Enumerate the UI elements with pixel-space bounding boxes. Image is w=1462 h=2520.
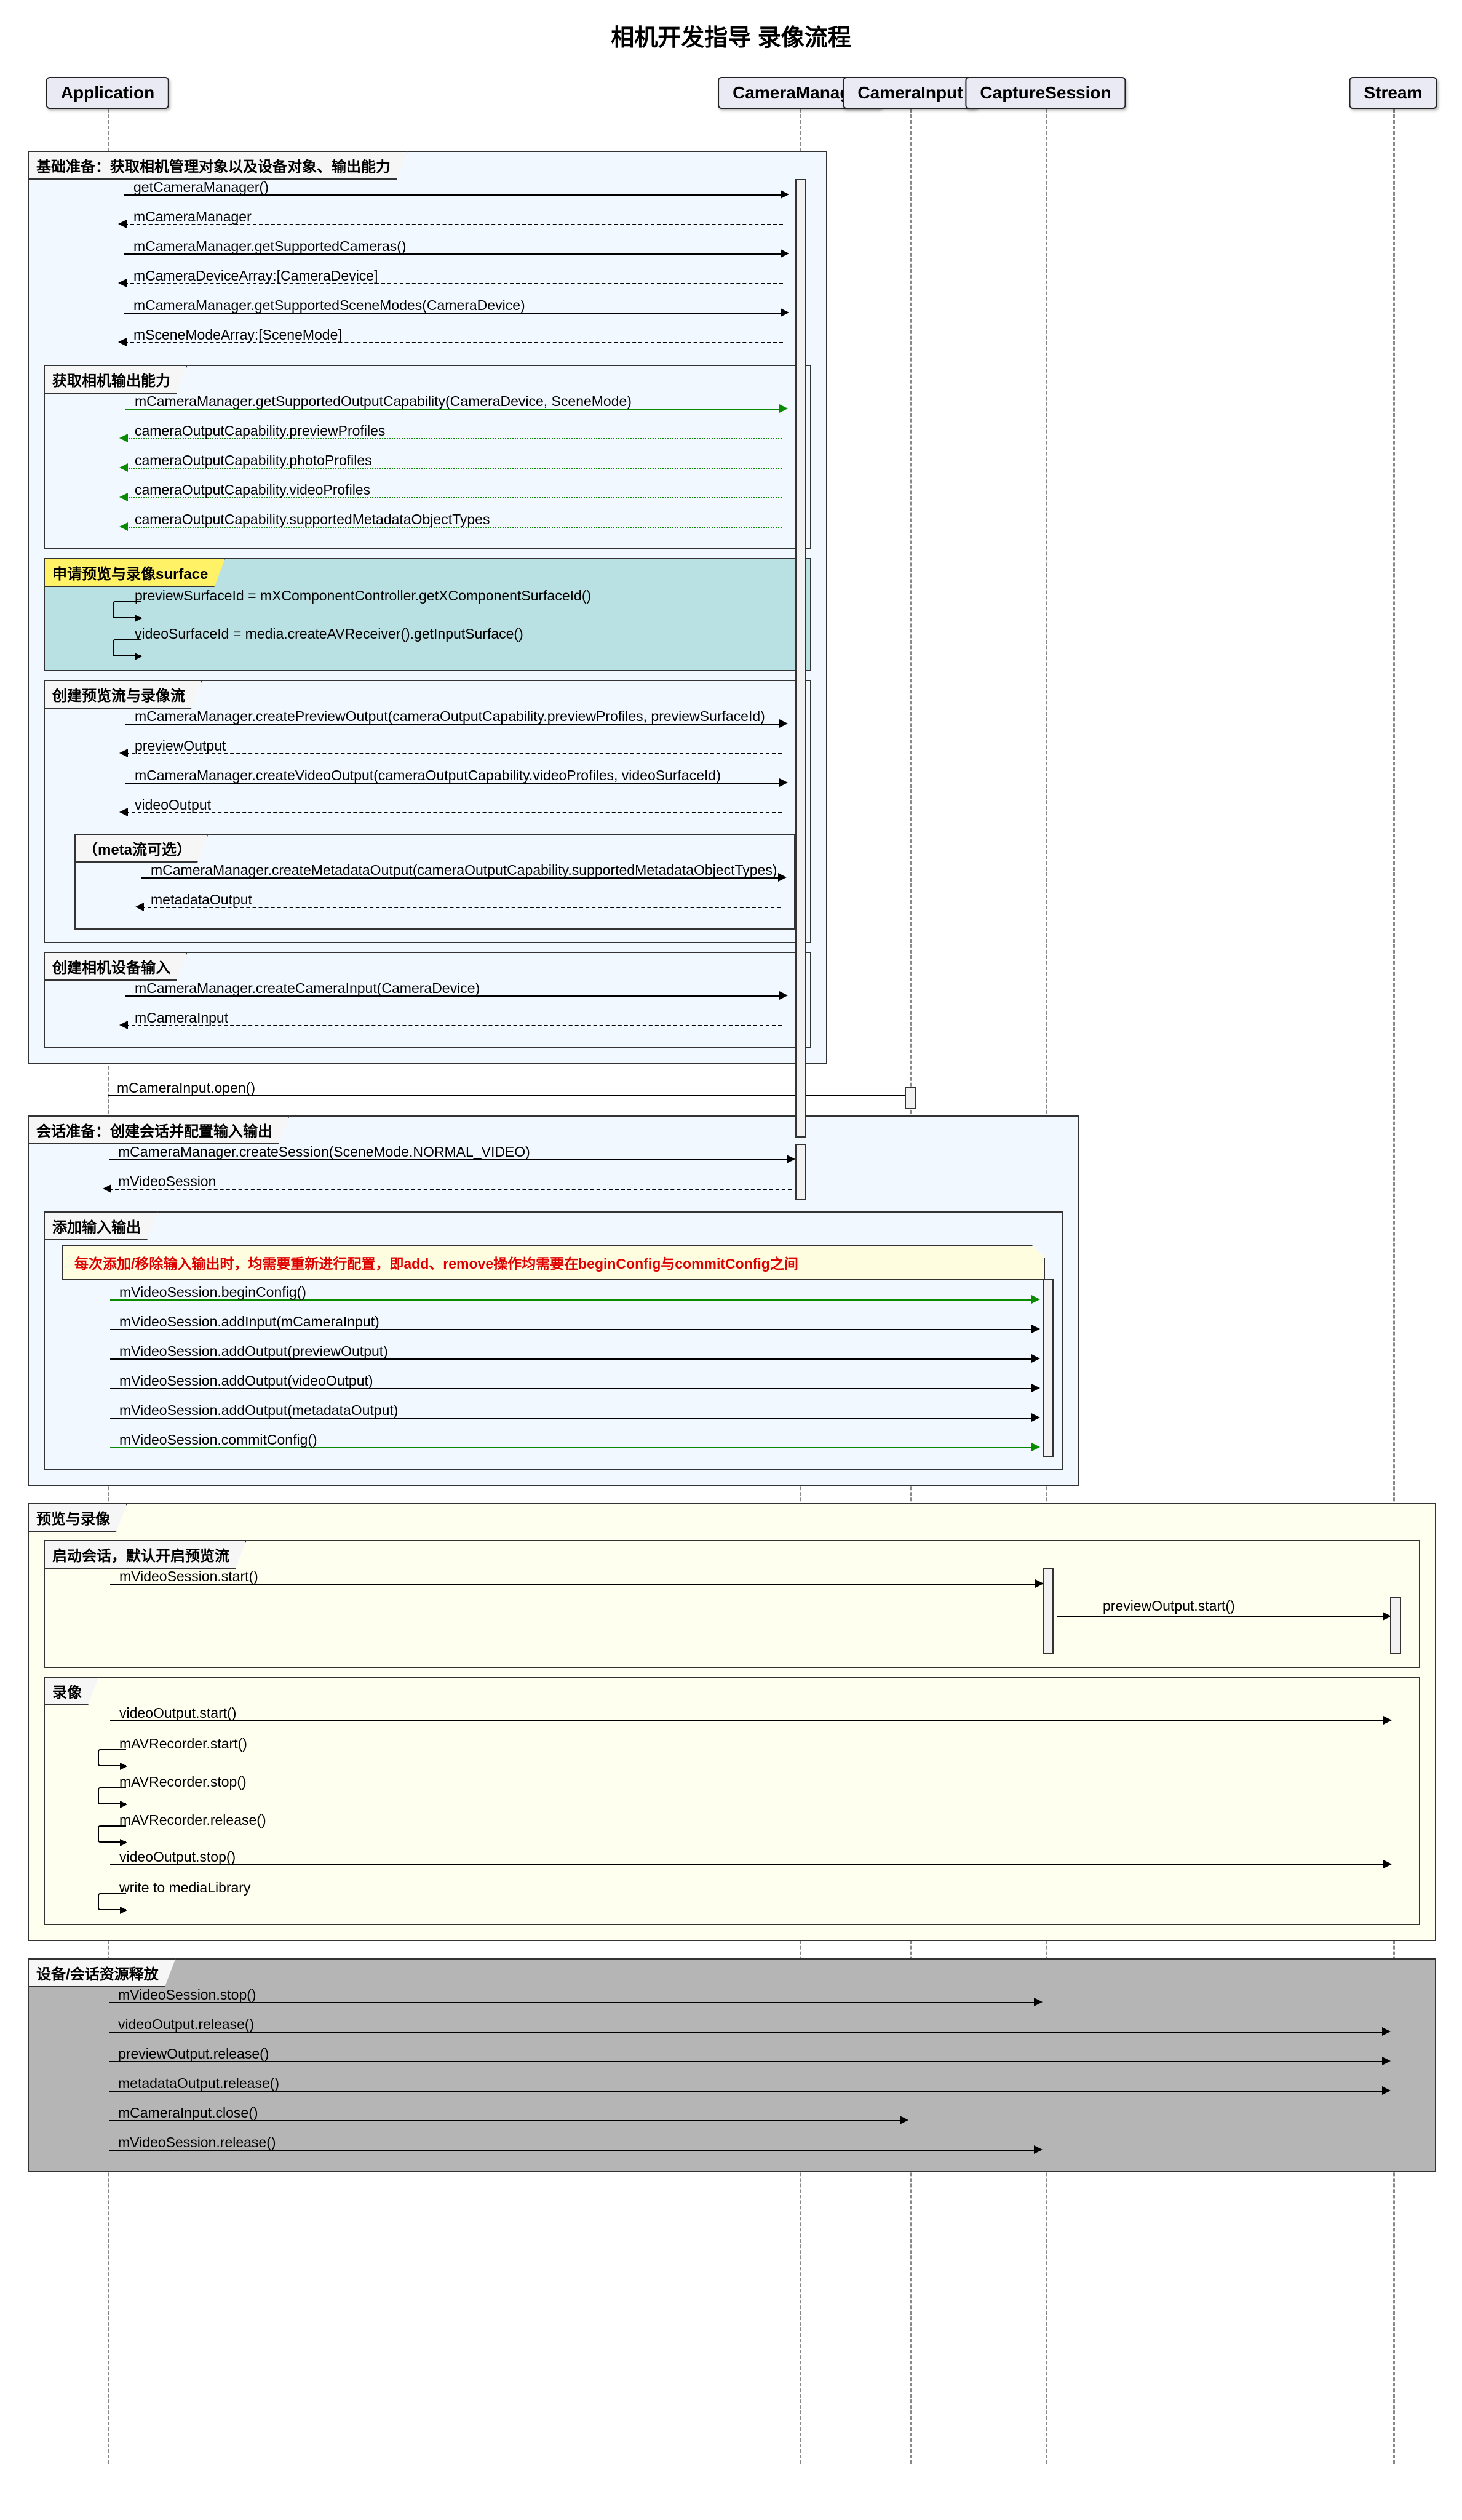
msg-metadata-output-release: metadataOutput.release() [29, 2076, 1435, 2105]
group-label: （meta流可选） [74, 834, 209, 863]
activation-cm-2 [795, 1144, 806, 1200]
group-record: 录像 videoOutput.start() mAVRecorder.start… [44, 1677, 1420, 1925]
msg-get-camera-manager: getCameraManager() [29, 180, 826, 209]
msg-return-metadata-output: metadataOutput [76, 893, 794, 921]
group-preview-record: 预览与录像 启动会话，默认开启预览流 mVideoSession.start()… [28, 1503, 1436, 1941]
activation-cs [1043, 1279, 1054, 1457]
activation-cs-2 [1043, 1568, 1054, 1654]
msg-video-profiles: cameraOutputCapability.videoProfiles [45, 483, 810, 511]
participant-stream: Stream [1349, 77, 1437, 109]
msg-add-input: mVideoSession.addInput(mCameraInput) [45, 1315, 1062, 1343]
group-label: 创建预览流与录像流 [44, 680, 202, 709]
group-request-surface: 申请预览与录像surface previewSurfaceId = mXComp… [44, 558, 811, 671]
msg-return-camera-input: mCameraInput [45, 1011, 810, 1039]
group-session-prepare: 会话准备：创建会话并配置输入输出 mCameraManager.createSe… [28, 1115, 1079, 1486]
msg-return-device-array: mCameraDeviceArray:[CameraDevice] [29, 269, 826, 297]
msg-video-output-stop: videoOutput.stop() [45, 1850, 1419, 1878]
msg-get-scene-modes: mCameraManager.getSupportedSceneModes(Ca… [29, 298, 826, 327]
participant-application: Application [46, 77, 169, 109]
note-reconfig: 每次添加/移除输入输出时，均需要重新进行配置，即add、remove操作均需要在… [62, 1245, 1045, 1280]
group-label: 启动会话，默认开启预览流 [44, 1540, 247, 1569]
msg-add-output-preview: mVideoSession.addOutput(previewOutput) [45, 1344, 1062, 1373]
group-label: 获取相机输出能力 [44, 365, 188, 394]
activation-cm [795, 179, 806, 1138]
msg-commit-config: mVideoSession.commitConfig() [45, 1433, 1062, 1461]
sequence-diagram: 相机开发指导 录像流程 Application CameraManager Ca… [12, 18, 1450, 2464]
msg-metadata-types: cameraOutputCapability.supportedMetadata… [45, 512, 810, 541]
group-label: 创建相机设备输入 [44, 952, 188, 981]
msg-preview-output-start: previewOutput.start() [45, 1599, 1419, 1633]
group-label: 添加输入输出 [44, 1211, 158, 1240]
msg-video-output-release: videoOutput.release() [29, 2017, 1435, 2046]
activation-stream [1390, 1597, 1401, 1654]
msg-return-camera-manager: mCameraManager [29, 210, 826, 238]
msg-photo-profiles: cameraOutputCapability.photoProfiles [45, 453, 810, 482]
msg-create-metadata-output: mCameraManager.createMetadataOutput(came… [76, 863, 794, 891]
msg-avrecorder-start: mAVRecorder.start() [45, 1736, 1419, 1772]
group-label: 预览与录像 [28, 1503, 127, 1532]
msg-write-media-library: write to mediaLibrary [45, 1880, 1419, 1916]
msg-avrecorder-stop: mAVRecorder.stop() [45, 1774, 1419, 1811]
group-label: 会话准备：创建会话并配置输入输出 [28, 1115, 290, 1144]
group-output-capability: 获取相机输出能力 mCameraManager.getSupportedOutp… [44, 365, 811, 549]
msg-camera-input-close: mCameraInput.close() [29, 2106, 1435, 2134]
msg-preview-surface-id: previewSurfaceId = mXComponentController… [45, 588, 810, 624]
msg-return-preview-output: previewOutput [45, 739, 810, 767]
group-label: 设备/会话资源释放 [28, 1958, 176, 1987]
msg-begin-config: mVideoSession.beginConfig() [45, 1285, 1062, 1314]
group-start-session: 启动会话，默认开启预览流 mVideoSession.start() previ… [44, 1540, 1420, 1668]
diagram-title: 相机开发指导 录像流程 [12, 18, 1450, 52]
group-create-streams: 创建预览流与录像流 mCameraManager.createPreviewOu… [44, 680, 811, 943]
msg-video-output-start: videoOutput.start() [45, 1706, 1419, 1734]
msg-return-video-output: videoOutput [45, 798, 810, 826]
msg-create-session: mCameraManager.createSession(SceneMode.N… [29, 1145, 1078, 1173]
msg-session-start: mVideoSession.start() [45, 1569, 1419, 1598]
group-label: 基础准备：获取相机管理对象以及设备对象、输出能力 [28, 151, 408, 180]
msg-session-release: mVideoSession.release() [29, 2135, 1435, 2164]
participant-camera-input: CameraInput [843, 77, 977, 109]
group-add-io: 添加输入输出 每次添加/移除输入输出时，均需要重新进行配置，即add、remov… [44, 1211, 1063, 1470]
msg-add-output-video: mVideoSession.addOutput(videoOutput) [45, 1374, 1062, 1402]
msg-preview-output-release: previewOutput.release() [29, 2047, 1435, 2075]
msg-get-output-capability: mCameraManager.getSupportedOutputCapabil… [45, 394, 810, 423]
msg-preview-profiles: cameraOutputCapability.previewProfiles [45, 424, 810, 452]
msg-return-session: mVideoSession [29, 1174, 1078, 1203]
msg-create-video-output: mCameraManager.createVideoOutput(cameraO… [45, 768, 810, 797]
msg-session-stop: mVideoSession.stop() [29, 1988, 1435, 2016]
participant-capture-session: CaptureSession [965, 77, 1126, 109]
msg-video-surface-id: videoSurfaceId = media.createAVReceiver(… [45, 626, 810, 663]
msg-return-scene-modes: mSceneModeArray:[SceneMode] [29, 328, 826, 356]
msg-avrecorder-release: mAVRecorder.release() [45, 1812, 1419, 1849]
group-label: 录像 [44, 1677, 99, 1705]
group-release: 设备/会话资源释放 mVideoSession.stop() videoOutp… [28, 1958, 1436, 2172]
activation-ci [905, 1087, 916, 1109]
msg-create-camera-input: mCameraManager.createCameraInput(CameraD… [45, 981, 810, 1010]
group-label: 申请预览与录像surface [44, 558, 225, 587]
group-basic-prepare: 基础准备：获取相机管理对象以及设备对象、输出能力 getCameraManage… [28, 151, 827, 1064]
group-create-input: 创建相机设备输入 mCameraManager.createCameraInpu… [44, 952, 811, 1048]
msg-create-preview-output: mCameraManager.createPreviewOutput(camer… [45, 709, 810, 738]
msg-get-supported-cameras: mCameraManager.getSupportedCameras() [29, 239, 826, 268]
msg-add-output-metadata: mVideoSession.addOutput(metadataOutput) [45, 1403, 1062, 1432]
group-meta-optional: （meta流可选） mCameraManager.createMetadataO… [74, 834, 795, 930]
